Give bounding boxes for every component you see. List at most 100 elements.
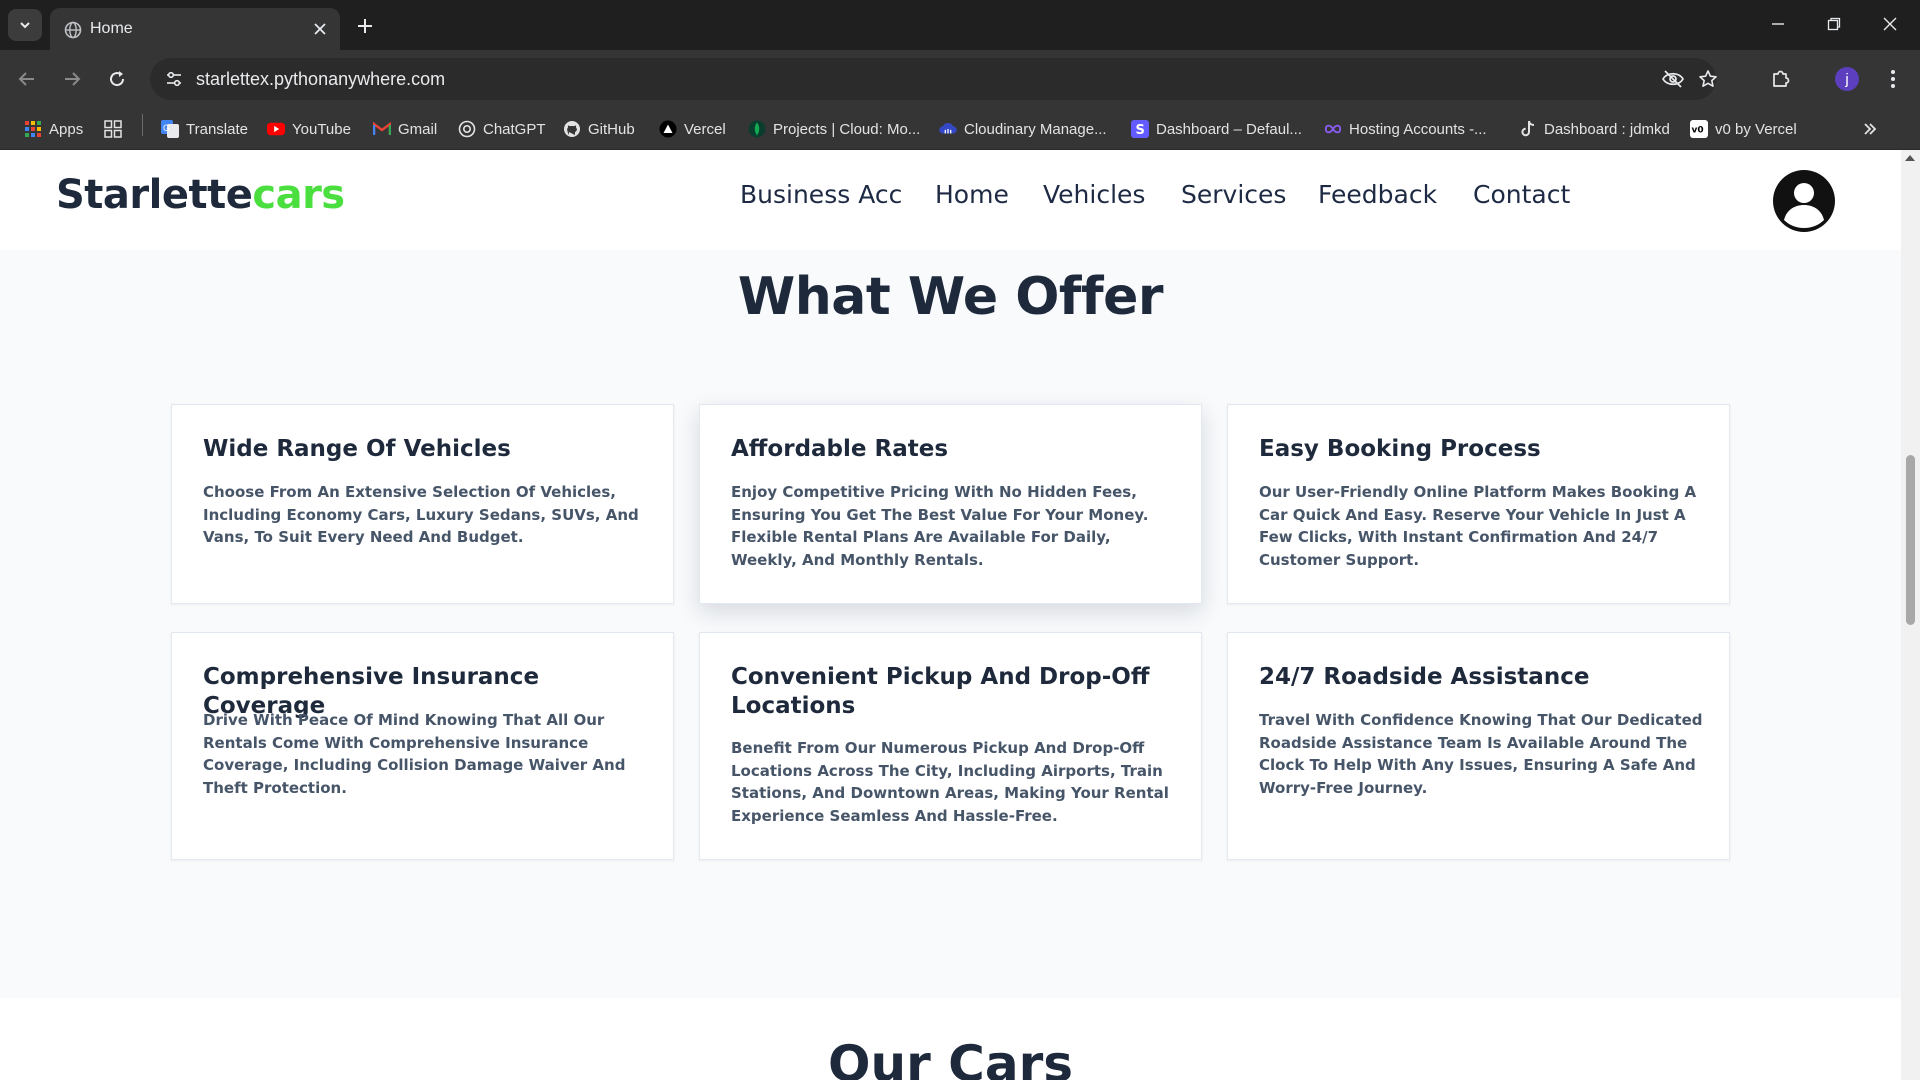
user-account-icon[interactable]	[1771, 168, 1837, 234]
close-window-button[interactable]	[1868, 8, 1912, 40]
globe-icon	[64, 21, 82, 39]
bookmark-star-button[interactable]	[1695, 66, 1721, 92]
translate-icon: G	[161, 120, 179, 138]
forward-button[interactable]	[55, 62, 89, 96]
bookmark-mongodb[interactable]: Projects | Cloud: Mo...	[748, 118, 920, 140]
bookmark-vercel[interactable]: Vercel	[659, 118, 726, 140]
svg-text:S: S	[1136, 123, 1145, 138]
close-icon	[314, 23, 326, 35]
bookmark-label: Hosting Accounts -...	[1349, 120, 1487, 138]
menu-button[interactable]	[1876, 62, 1910, 96]
scrollbar-thumb[interactable]	[1906, 455, 1915, 625]
bookmark-label: Gmail	[398, 120, 438, 138]
bookmark-label: GitHub	[588, 120, 635, 138]
eye-off-icon	[1662, 70, 1684, 88]
nav-feedback[interactable]: Feedback	[1318, 180, 1437, 209]
tab-groups-button[interactable]	[104, 118, 129, 140]
reload-icon	[110, 71, 125, 87]
nav-contact[interactable]: Contact	[1473, 180, 1570, 209]
bookmark-label: ChatGPT	[483, 120, 546, 138]
card-description: Travel With Confidence Knowing That Our …	[1259, 711, 1703, 797]
nav-vehicles[interactable]: Vehicles	[1043, 180, 1145, 209]
bookmark-label: v0 by Vercel	[1715, 120, 1797, 138]
new-tab-button[interactable]	[352, 13, 378, 39]
browser-tab-active[interactable]: Home	[50, 8, 340, 50]
bookmark-cloudinary[interactable]: Cloudinary Manage...	[939, 118, 1107, 140]
svg-text:G: G	[163, 123, 170, 133]
card-description: Choose From An Extensive Selection Of Ve…	[203, 483, 639, 546]
bookmark-chatgpt[interactable]: ChatGPT	[458, 118, 546, 140]
bookmark-label: Apps	[49, 120, 84, 138]
tracking-protection-button[interactable]	[1660, 66, 1686, 92]
bookmark-github[interactable]: GitHub	[563, 118, 635, 140]
cloudinary-icon	[939, 120, 957, 138]
v0-icon: v0	[1690, 120, 1708, 138]
profile-avatar: j	[1835, 67, 1859, 91]
card-description: Drive With Peace Of Mind Knowing That Al…	[203, 711, 626, 797]
nav-business-acc[interactable]: Business Acc	[740, 180, 902, 209]
site-header: Starlettecars Business Acc Home Vehicles…	[0, 150, 1901, 250]
bookmark-v0[interactable]: v0 v0 by Vercel	[1690, 118, 1797, 140]
card-description: Our User-Friendly Online Platform Makes …	[1259, 483, 1697, 569]
restore-icon	[1827, 17, 1841, 31]
minimize-button[interactable]	[1756, 8, 1800, 40]
offer-card: 24/7 Roadside Assistance Travel With Con…	[1227, 632, 1730, 860]
bookmark-tiktok-dashboard[interactable]: Dashboard : jdmkd	[1519, 118, 1670, 140]
card-title: 24/7 Roadside Assistance	[1259, 664, 1590, 690]
bookmark-label: Projects | Cloud: Mo...	[773, 120, 921, 138]
browser-toolbar: starlettex.pythonanywhere.com j	[0, 50, 1920, 108]
tab-search-button[interactable]	[8, 9, 42, 41]
card-description: Benefit From Our Numerous Pickup And Dro…	[731, 739, 1169, 825]
vercel-icon	[659, 120, 677, 138]
stripe-icon: S	[1131, 120, 1149, 138]
card-title: Convenient Pickup And Drop-Off Locations	[731, 664, 1150, 719]
offer-card: Comprehensive Insurance Coverage Drive W…	[171, 632, 674, 860]
bookmark-label: Cloudinary Manage...	[964, 120, 1107, 138]
bookmark-label: YouTube	[292, 120, 351, 138]
chevron-down-icon	[20, 22, 30, 29]
arrow-right-icon	[65, 72, 81, 86]
gmail-icon	[373, 120, 391, 138]
bookmarks-overflow-button[interactable]	[1862, 118, 1878, 140]
logo-accent: cars	[252, 172, 345, 218]
section-heading-our-cars: Our Cars	[827, 1035, 1074, 1080]
minimize-icon	[1772, 23, 1784, 25]
bookmark-label: Dashboard – Defaul...	[1156, 120, 1302, 138]
extensions-button[interactable]	[1764, 62, 1798, 96]
tab-title: Home	[90, 20, 133, 37]
bookmark-hosting-accounts[interactable]: Hosting Accounts -...	[1324, 118, 1487, 140]
plus-icon	[358, 19, 372, 33]
offer-card: Wide Range Of Vehicles Choose From An Ex…	[171, 404, 674, 604]
logo-primary: Starlette	[56, 172, 253, 218]
bookmark-translate[interactable]: G Translate	[161, 118, 248, 140]
profile-button[interactable]: j	[1830, 62, 1864, 96]
back-button[interactable]	[10, 62, 44, 96]
page-scrollbar[interactable]	[1901, 150, 1920, 1080]
puzzle-icon	[1773, 70, 1790, 87]
tune-icon	[167, 71, 181, 87]
tab-close-button[interactable]	[310, 19, 330, 39]
tiktok-icon	[1519, 120, 1537, 138]
page-viewport: Starlettecars Business Acc Home Vehicles…	[0, 150, 1901, 1080]
youtube-icon	[267, 120, 285, 138]
mongodb-icon	[748, 120, 766, 138]
chevron-double-right-icon	[1864, 123, 1877, 135]
bookmark-stripe-dashboard[interactable]: S Dashboard – Defaul...	[1131, 118, 1302, 140]
bookmark-gmail[interactable]: Gmail	[373, 118, 437, 140]
nav-services[interactable]: Services	[1181, 180, 1286, 209]
site-info-button[interactable]	[160, 65, 188, 93]
bookmark-apps[interactable]: Apps	[24, 118, 83, 140]
card-title: Wide Range Of Vehicles	[203, 436, 511, 462]
scroll-up-arrow-icon[interactable]	[1905, 155, 1915, 161]
card-title: Easy Booking Process	[1259, 436, 1541, 462]
grid-icon	[104, 120, 122, 138]
more-vertical-icon	[1891, 70, 1895, 88]
url-text: starlettex.pythonanywhere.com	[196, 69, 446, 89]
reload-button[interactable]	[100, 62, 134, 96]
hosting-icon	[1324, 120, 1342, 138]
address-bar[interactable]: starlettex.pythonanywhere.com	[150, 58, 1717, 100]
nav-home[interactable]: Home	[935, 180, 1009, 209]
bookmark-youtube[interactable]: YouTube	[267, 118, 351, 140]
site-logo[interactable]: Starlettecars	[56, 172, 345, 218]
restore-button[interactable]	[1812, 8, 1856, 40]
